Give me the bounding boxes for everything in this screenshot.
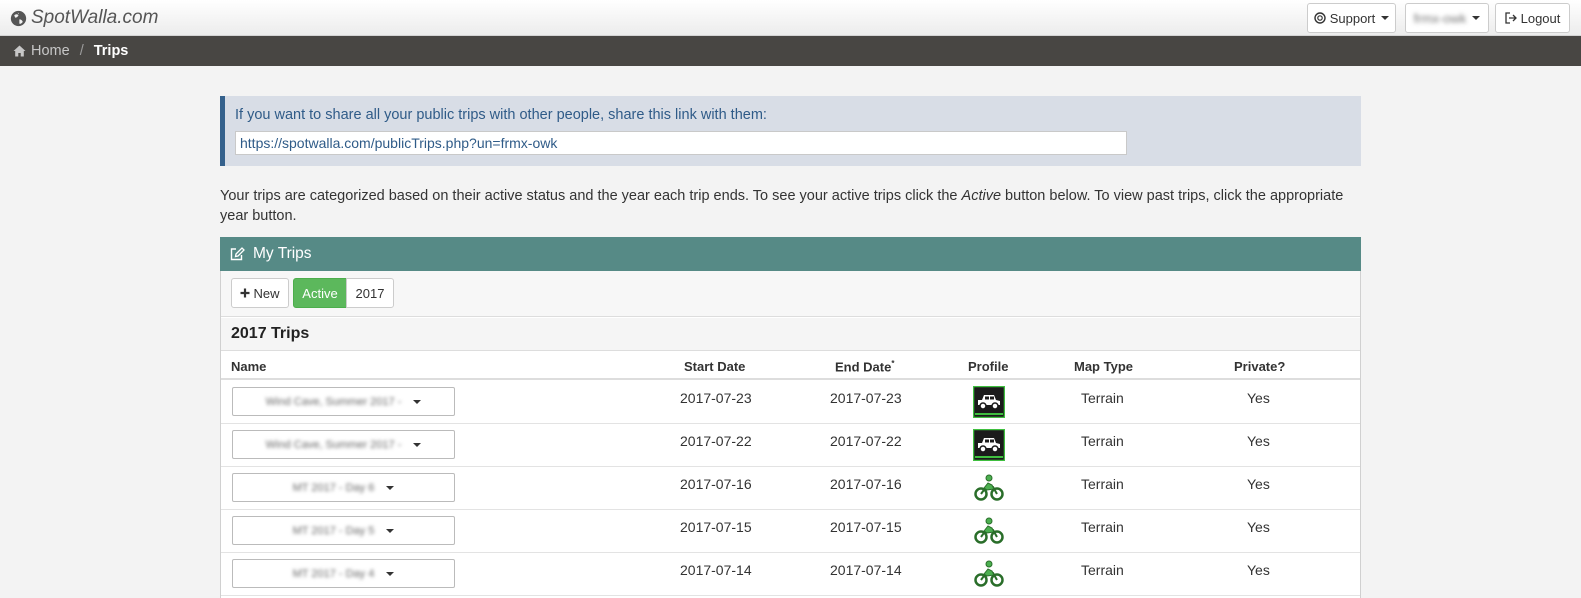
col-map-type: Map Type bbox=[1074, 359, 1133, 374]
globe-icon bbox=[10, 10, 27, 26]
trips-intro-text: Your trips are categorized based on thei… bbox=[220, 186, 1361, 226]
chevron-down-icon bbox=[1472, 16, 1481, 20]
trip-name-dropdown[interactable]: MT 2017 - Day 6 bbox=[232, 473, 455, 502]
table-row: Wind Cave, Summer 2017 - 2017-07-22 2017-0… bbox=[221, 424, 1360, 467]
col-end-date-label: End Date bbox=[835, 359, 892, 375]
breadcrumb-home[interactable]: Home bbox=[13, 43, 70, 59]
trip-private: Yes bbox=[1247, 519, 1270, 535]
intro-part1: Your trips are categorized based on thei… bbox=[220, 188, 962, 204]
panel-title: My Trips bbox=[253, 245, 312, 262]
col-name: Name bbox=[231, 359, 267, 374]
trip-map-type: Terrain bbox=[1081, 562, 1124, 578]
chevron-down-icon bbox=[413, 442, 422, 447]
trip-end-date: 2017-07-15 bbox=[830, 519, 902, 535]
chevron-down-icon bbox=[386, 485, 395, 490]
trip-end-date: 2017-07-23 bbox=[830, 390, 902, 406]
my-trips-panel: My Trips New Active 2017 2017 Trips Name… bbox=[220, 237, 1361, 598]
motorcycle-icon bbox=[974, 517, 1004, 544]
logout-icon bbox=[1504, 12, 1517, 24]
new-label: New bbox=[253, 285, 280, 301]
chevron-down-icon bbox=[386, 528, 395, 533]
col-start-date: Start Date bbox=[684, 359, 746, 374]
trip-map-type: Terrain bbox=[1081, 433, 1124, 449]
logout-button[interactable]: Logout bbox=[1495, 3, 1570, 33]
new-trip-button[interactable]: New bbox=[231, 278, 289, 308]
section-title: 2017 Trips bbox=[221, 318, 1360, 351]
trip-start-date: 2017-07-15 bbox=[680, 519, 752, 535]
chevron-down-icon bbox=[386, 571, 395, 576]
trip-start-date: 2017-07-16 bbox=[680, 476, 752, 492]
table-row: MT 2017 - Day 4 2017-07-14 2017-07-14 Terra… bbox=[221, 553, 1360, 596]
trip-end-date: 2017-07-22 bbox=[830, 433, 902, 449]
truck-icon bbox=[973, 429, 1005, 461]
support-label: Support bbox=[1329, 10, 1376, 26]
trip-map-type: Terrain bbox=[1081, 390, 1124, 406]
breadcrumb-separator: / bbox=[79, 43, 84, 59]
home-icon bbox=[13, 45, 26, 57]
trip-name: Wind Cave, Summer 2017 - bbox=[265, 438, 402, 451]
trip-start-date: 2017-07-22 bbox=[680, 433, 752, 449]
motorcycle-icon bbox=[974, 560, 1004, 587]
year-2017-button[interactable]: 2017 bbox=[346, 278, 394, 308]
trip-name: MT 2017 - Day 6 bbox=[292, 481, 375, 494]
chevron-down-icon bbox=[413, 399, 422, 404]
user-label: frmx-owk bbox=[1413, 10, 1467, 26]
trip-private: Yes bbox=[1247, 390, 1270, 406]
trip-private: Yes bbox=[1247, 433, 1270, 449]
brand-logo[interactable]: SpotWalla.com bbox=[10, 7, 158, 29]
logout-label: Logout bbox=[1520, 10, 1561, 26]
col-profile: Profile bbox=[968, 359, 1009, 374]
col-end-date: End Date* bbox=[835, 359, 894, 374]
trips-toolbar: New Active 2017 bbox=[221, 271, 1360, 317]
support-dropdown[interactable]: Support bbox=[1307, 3, 1396, 33]
breadcrumb: Home / Trips bbox=[0, 36, 1581, 66]
trip-name: MT 2017 - Day 4 bbox=[292, 567, 375, 580]
plus-icon bbox=[240, 288, 250, 298]
trip-name-dropdown[interactable]: Wind Cave, Summer 2017 - bbox=[232, 430, 455, 459]
trip-end-date: 2017-07-14 bbox=[830, 562, 902, 578]
trip-name-dropdown[interactable]: MT 2017 - Day 5 bbox=[232, 516, 455, 545]
col-private: Private? bbox=[1234, 359, 1286, 374]
panel-header: My Trips bbox=[220, 237, 1361, 271]
user-dropdown[interactable]: frmx-owk bbox=[1405, 3, 1489, 33]
trip-start-date: 2017-07-23 bbox=[680, 390, 752, 406]
breadcrumb-current: Trips bbox=[93, 43, 129, 59]
trip-map-type: Terrain bbox=[1081, 476, 1124, 492]
trip-map-type: Terrain bbox=[1081, 519, 1124, 535]
trip-private: Yes bbox=[1247, 476, 1270, 492]
lifebuoy-icon bbox=[1314, 12, 1326, 24]
table-header: Name Start Date End Date* Profile Map Ty… bbox=[221, 351, 1360, 380]
trip-name: Wind Cave, Summer 2017 - bbox=[265, 395, 402, 408]
truck-icon bbox=[973, 386, 1005, 418]
table-row: MT 2017 - Day 5 2017-07-15 2017-07-15 Terra… bbox=[221, 510, 1360, 553]
share-link-value: https://spotwalla.com/publicTrips.php?un… bbox=[240, 135, 558, 151]
table-row: Wind Cave, Summer 2017 - 2017-07-23 2017-0… bbox=[221, 381, 1360, 424]
share-link-field[interactable]: https://spotwalla.com/publicTrips.php?un… bbox=[235, 131, 1127, 155]
col-end-date-mark: * bbox=[891, 359, 895, 368]
trip-start-date: 2017-07-14 bbox=[680, 562, 752, 578]
top-navbar: SpotWalla.com Support frmx-owk Logout bbox=[0, 0, 1581, 36]
trip-end-date: 2017-07-16 bbox=[830, 476, 902, 492]
trip-name-dropdown[interactable]: Wind Cave, Summer 2017 - bbox=[232, 387, 455, 416]
trip-private: Yes bbox=[1247, 562, 1270, 578]
trip-name-dropdown[interactable]: MT 2017 - Day 4 bbox=[232, 559, 455, 588]
brand-name: SpotWalla.com bbox=[31, 7, 159, 28]
trip-name: MT 2017 - Day 5 bbox=[292, 524, 375, 537]
table-row: MT 2017 - Day 6 2017-07-16 2017-07-16 Terra… bbox=[221, 467, 1360, 510]
motorcycle-icon bbox=[974, 474, 1004, 501]
intro-active-word: Active bbox=[961, 188, 1002, 204]
edit-icon bbox=[230, 247, 245, 261]
share-public-trips-box: If you want to share all your public tri… bbox=[220, 96, 1361, 166]
share-text: If you want to share all your public tri… bbox=[235, 107, 767, 123]
breadcrumb-home-label: Home bbox=[31, 43, 70, 59]
active-filter-button[interactable]: Active bbox=[293, 278, 347, 308]
chevron-down-icon bbox=[1381, 16, 1390, 20]
